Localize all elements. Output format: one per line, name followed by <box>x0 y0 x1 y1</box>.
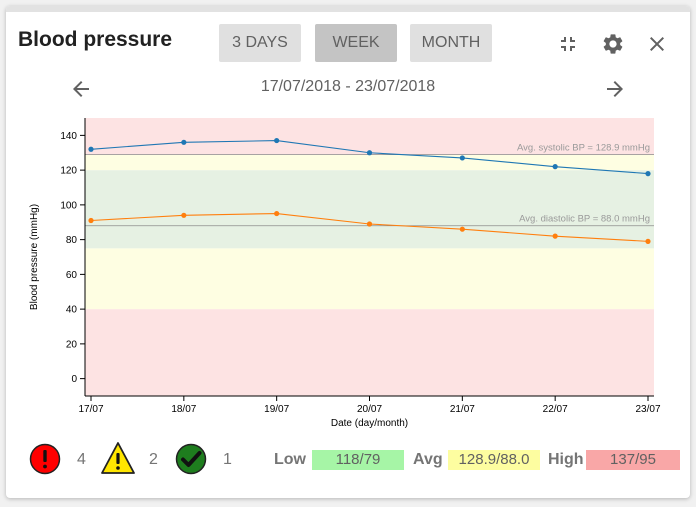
warning-yellow-icon <box>101 442 135 474</box>
blood-pressure-chart: Avg. systolic BP = 128.9 mmHg Avg. diasto… <box>29 118 661 429</box>
low-value: 118/79 <box>312 450 404 470</box>
data-point-systolic <box>459 155 465 161</box>
reference-line-label-1: Avg. diastolic BP = 88.0 mmHg <box>519 214 650 225</box>
data-point-systolic <box>88 146 94 152</box>
data-point-systolic <box>366 150 373 156</box>
x-tick-label: 22/07 <box>543 404 568 415</box>
y-tick-label: 100 <box>60 200 77 211</box>
y-tick-label: 80 <box>66 235 78 246</box>
x-tick-label: 18/07 <box>171 404 196 415</box>
high-label: High <box>548 451 584 468</box>
alert-count: 4 <box>77 451 86 468</box>
data-point-diastolic <box>181 212 187 218</box>
chart-band-0 <box>85 309 654 396</box>
data-point-diastolic <box>552 233 558 239</box>
y-tick-label: 40 <box>66 305 78 316</box>
data-point-systolic <box>274 137 280 144</box>
y-tick-label: 140 <box>60 131 77 142</box>
data-point-diastolic <box>459 226 465 232</box>
x-tick-label: 23/07 <box>635 404 660 415</box>
low-label: Low <box>274 451 306 468</box>
data-point-diastolic <box>88 217 94 224</box>
avg-value: 128.9/88.0 <box>448 450 540 470</box>
chart-band-1 <box>85 248 654 310</box>
check-green-icon <box>175 443 207 475</box>
blood-pressure-card: Blood pressure 3 DAYS WEEK MONTH 17/07/2… <box>6 6 690 498</box>
reference-line-label-0: Avg. systolic BP = 128.9 mmHg <box>517 143 650 154</box>
data-point-systolic <box>645 171 651 177</box>
data-point-systolic <box>181 139 187 145</box>
alert-red-icon <box>29 443 61 475</box>
x-axis-label: Date (day/month) <box>331 418 408 429</box>
warning-count: 2 <box>149 451 158 468</box>
high-value: 137/95 <box>586 450 680 470</box>
data-point-diastolic <box>645 238 651 244</box>
y-tick-label: 0 <box>71 374 77 385</box>
data-point-diastolic <box>366 221 373 227</box>
x-tick-label: 21/07 <box>450 404 475 415</box>
y-tick-label: 20 <box>66 339 78 350</box>
data-point-systolic <box>552 164 558 170</box>
x-tick-label: 20/07 <box>357 404 382 415</box>
y-axis-label: Blood pressure (mmHg) <box>29 204 40 310</box>
ok-count: 1 <box>223 451 232 468</box>
y-tick-label: 60 <box>66 270 78 281</box>
x-tick-label: 19/07 <box>264 404 289 415</box>
data-point-diastolic <box>274 210 280 217</box>
y-tick-label: 120 <box>60 166 77 177</box>
x-tick-label: 17/07 <box>78 404 103 415</box>
avg-label: Avg <box>413 451 443 468</box>
